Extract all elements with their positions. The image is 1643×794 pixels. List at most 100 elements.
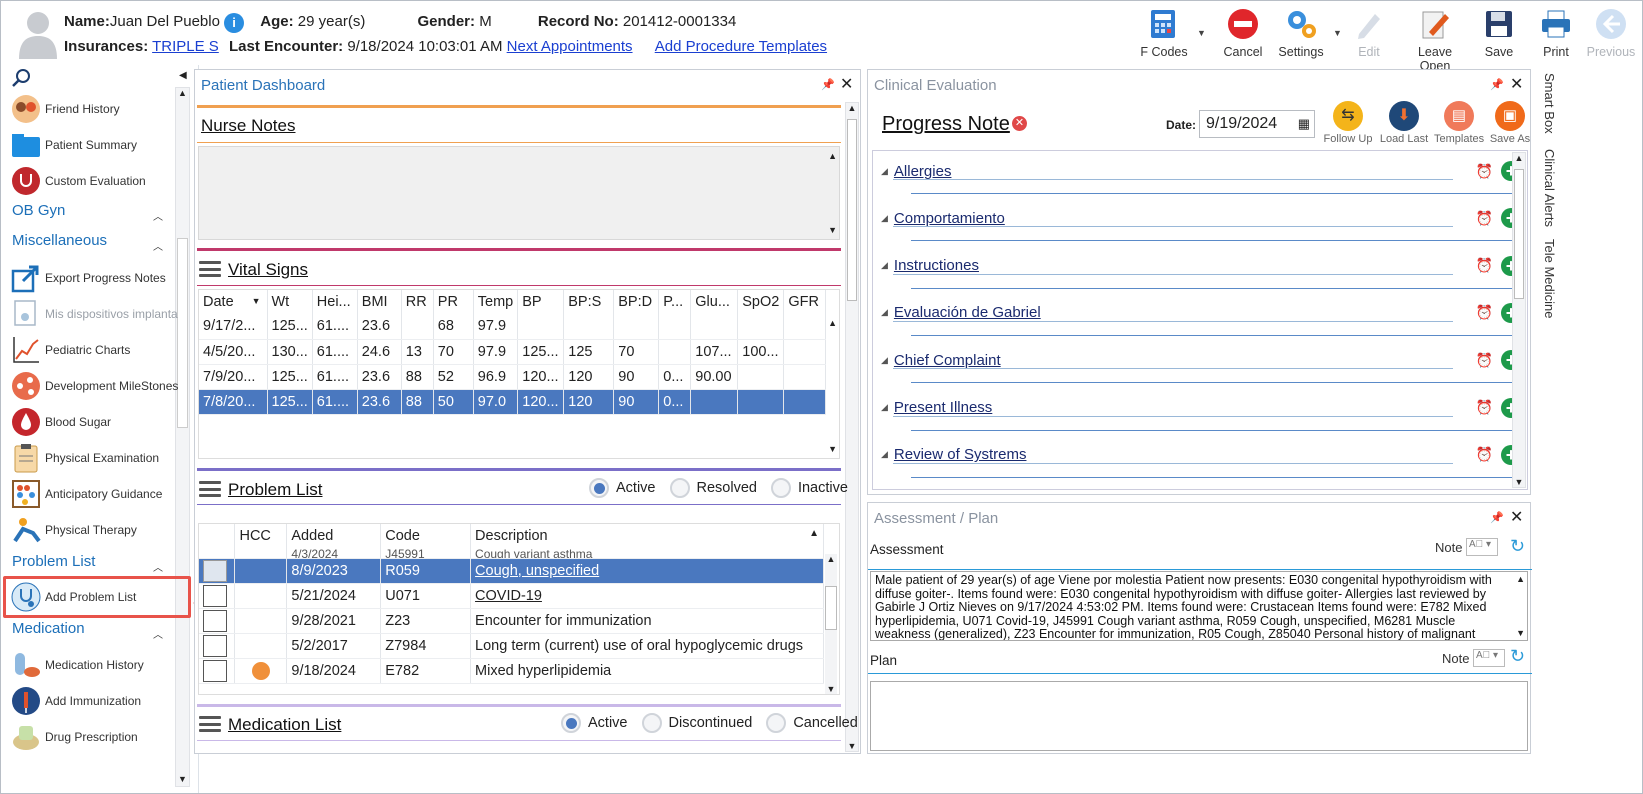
vitals-column-header[interactable]: BP:D [613,290,660,314]
refresh-icon[interactable]: ↻ [1510,536,1525,557]
vitals-column-header[interactable]: PR [433,290,474,314]
scroll-up-icon[interactable]: ▲ [828,151,837,161]
table-row[interactable]: 7/8/20... 125... 61.... 23.6 88 50 97.0 120... 1… [199,389,827,415]
filter-cancelled-radio[interactable]: Cancelled [766,713,858,733]
table-row[interactable]: 9/18/2024 E782 Mixed hyperlipidemia [199,658,824,684]
sidebar-item-patient-summary[interactable]: Patient Summary [11,127,137,163]
sidebar-item-add-immunization[interactable]: Add Immunization [11,683,141,719]
sidebar-item-pediatric-charts[interactable]: Pediatric Charts [11,332,130,368]
expand-toggle-icon[interactable]: ◢ [881,213,888,224]
follow-up-button[interactable]: ⇆ Follow Up [1323,101,1373,145]
search-icon[interactable] [11,68,31,91]
col-code[interactable]: Code [380,524,472,548]
expand-toggle-icon[interactable]: ◢ [881,355,888,366]
nurse-notes-textarea[interactable]: ▲ ▼ [198,146,840,240]
row-checkbox[interactable] [203,584,227,607]
col-checkbox[interactable] [199,524,236,548]
scroll-thumb[interactable] [825,586,837,630]
save-button[interactable]: Save [1467,5,1531,63]
scroll-down-icon[interactable]: ▼ [176,774,189,784]
scroll-up-icon[interactable]: ▲ [825,554,837,564]
col-description[interactable]: Description ▲ [470,524,824,548]
vitals-column-header[interactable]: GFR [783,290,827,314]
sidebar-item-physical-examination[interactable]: Physical Examination [11,440,159,476]
tab-clinical-alerts[interactable]: Clinical Alerts [1542,149,1557,227]
table-row[interactable]: 5/21/2024 U071 COVID-19 [199,583,824,609]
cancel-button[interactable]: Cancel [1211,5,1275,63]
table-row[interactable]: 4/3/2024 J45991 Cough variant asthma [199,548,824,559]
scroll-down-icon[interactable]: ▼ [1513,477,1525,487]
filter-active-radio[interactable]: Active [589,478,656,498]
next-appointments-link[interactable]: Next Appointments [507,38,633,55]
scroll-up-icon[interactable]: ▲ [1516,574,1525,584]
vitals-column-header[interactable]: SpO2 [737,290,785,314]
chevron-up-icon[interactable]: ︿ [153,208,163,223]
vitals-column-header[interactable]: BP [517,290,565,314]
alarm-clock-icon[interactable]: ⏰ [1476,163,1493,180]
pin-icon[interactable]: 📌 [821,78,835,91]
close-icon[interactable]: ✕ [840,74,853,94]
insurance-link[interactable]: TRIPLE S [152,38,219,55]
col-added[interactable]: Added [286,524,382,548]
scroll-thumb[interactable] [1514,169,1524,299]
alarm-clock-icon[interactable]: ⏰ [1476,304,1493,321]
evaluation-section[interactable]: ◢ Present Illness ⏰ + [881,388,1521,431]
row-checkbox[interactable] [203,634,227,657]
scroll-up-icon[interactable]: ▲ [1513,153,1525,163]
note-format-dropdown[interactable]: A⃞ ▾ [1466,538,1498,556]
templates-button[interactable]: ▤ Templates [1434,101,1484,145]
assessment-textarea[interactable]: Male patient of 29 year(s) of age Viene … [870,571,1528,641]
expand-toggle-icon[interactable]: ◢ [881,166,888,177]
sidebar-item-custom-evaluation[interactable]: Custom Evaluation [11,163,146,199]
fcodes-dropdown-icon[interactable]: ▼ [1197,28,1206,38]
expand-toggle-icon[interactable]: ◢ [881,260,888,271]
load-last-button[interactable]: ⬇ Load Last [1379,101,1429,145]
menu-icon[interactable] [199,481,221,497]
sidebar-group-medication[interactable]: Medication [12,620,85,637]
row-checkbox[interactable] [203,559,227,582]
remove-note-icon[interactable]: ✕ [1012,116,1027,131]
sidebar-item-friend-history[interactable]: Friend History [11,91,120,127]
settings-button[interactable]: Settings [1269,5,1333,63]
sidebar-item-anticipatory-guidance[interactable]: Anticipatory Guidance [11,476,162,512]
collapse-sidebar-icon[interactable]: ◀ [179,70,187,81]
save-as-button[interactable]: ▣ Save As [1485,101,1535,145]
previous-button[interactable]: Previous [1579,5,1643,63]
fcodes-button[interactable]: F Codes [1132,5,1196,63]
sidebar-scrollbar[interactable]: ▲ ▼ [175,87,190,787]
row-checkbox[interactable] [203,609,227,632]
sidebar-item-physical-therapy[interactable]: Physical Therapy [11,512,137,548]
filter-resolved-radio[interactable]: Resolved [669,478,757,498]
scroll-up-icon[interactable]: ▲ [828,318,837,328]
chevron-up-icon[interactable]: ︿ [153,559,163,574]
sidebar-item-medication-history[interactable]: Medication History [11,647,144,683]
chevron-up-icon[interactable]: ︿ [153,238,163,253]
edit-button[interactable]: Edit [1337,5,1401,63]
alarm-clock-icon[interactable]: ⏰ [1476,446,1493,463]
expand-toggle-icon[interactable]: ◢ [881,307,888,318]
close-icon[interactable]: ✕ [1510,74,1523,94]
scroll-down-icon[interactable]: ▼ [825,684,837,694]
alarm-clock-icon[interactable]: ⏰ [1476,257,1493,274]
vitals-column-header[interactable]: Temp [473,290,519,314]
plan-textarea[interactable] [870,681,1528,751]
scroll-down-icon[interactable]: ▼ [1516,628,1525,638]
evaluation-section[interactable]: ◢ Review of Systrems ⏰ + [881,435,1521,478]
leave-open-button[interactable]: Leave Open [1403,5,1467,73]
evaluation-section[interactable]: ◢ Chief Complaint ⏰ + [881,340,1521,384]
vitals-column-header[interactable]: P... [658,290,692,314]
add-procedure-templates-link[interactable]: Add Procedure Templates [655,38,827,55]
vitals-column-header[interactable]: BMI [357,290,402,314]
vitals-column-header[interactable]: RR [401,290,434,314]
expand-toggle-icon[interactable]: ◢ [881,449,888,460]
vitals-column-header[interactable]: Hei... [312,290,358,314]
scroll-down-icon[interactable]: ▼ [828,225,837,235]
sidebar-item-mis-dispositivos[interactable]: Mis dispositivos implanta [11,296,178,332]
tab-smart-box[interactable]: Smart Box [1542,73,1557,134]
filter-inactive-radio[interactable]: Inactive [770,478,848,498]
refresh-icon[interactable]: ↻ [1510,646,1525,667]
evaluation-section[interactable]: ◢ Instructiones ⏰ + [881,246,1521,289]
table-row[interactable]: 9/17/2... 125... 61.... 23.6 68 97.9 [199,314,827,340]
scroll-thumb[interactable] [847,119,857,301]
filter-active-radio[interactable]: Active [561,713,628,733]
